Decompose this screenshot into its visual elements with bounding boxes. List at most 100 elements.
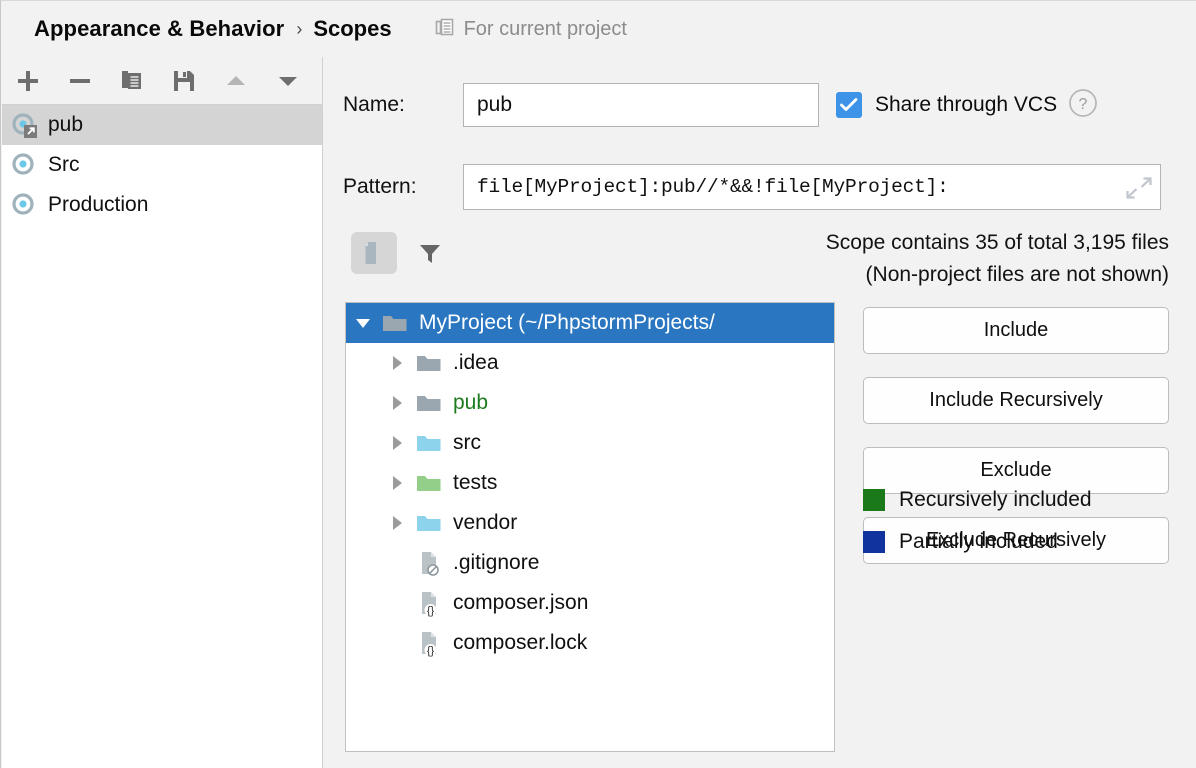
tree-row[interactable]: tests	[346, 463, 834, 503]
scope-icon	[10, 151, 38, 179]
settings-window: Appearance & Behavior › Scopes For curre…	[0, 0, 1196, 768]
project-file-tree[interactable]: MyProject (~/PhpstormProjects/ .idea pub…	[345, 302, 835, 752]
chevron-right-icon[interactable]	[380, 473, 414, 493]
tree-row-label: src	[453, 431, 481, 454]
move-down-button[interactable]	[262, 59, 314, 103]
include-button[interactable]: Include	[863, 307, 1169, 354]
scope-editor-panel: Name: pub Share through VCS ? Pattern: f…	[323, 57, 1196, 768]
tree-row[interactable]: {} composer.json	[346, 583, 834, 623]
tree-row-label: tests	[453, 471, 498, 494]
tree-row-label: composer.json	[453, 591, 589, 614]
tree-row-label: .gitignore	[453, 551, 540, 574]
expand-icon[interactable]	[1126, 176, 1152, 206]
scope-list-toolbar	[2, 57, 323, 105]
pattern-value: file[MyProject]:pub//*&&!file[MyProject]…	[477, 176, 949, 198]
save-icon	[174, 70, 194, 91]
svg-text:{}: {}	[427, 605, 435, 617]
legend-label: Recursively included	[899, 488, 1092, 511]
scopes-sidebar: pub Src Production	[2, 57, 323, 768]
json-file-icon: {}	[414, 629, 444, 657]
tree-row-label: MyProject (~/PhpstormProjects/	[419, 311, 715, 334]
ignored-file-icon	[414, 549, 444, 577]
show-files-toggle[interactable]	[351, 232, 397, 274]
legend-swatch-blue	[863, 531, 885, 553]
tree-row-label: pub	[453, 391, 489, 414]
breadcrumb-separator: ›	[296, 18, 303, 39]
breadcrumb: Appearance & Behavior › Scopes For curre…	[1, 1, 1196, 57]
add-scope-button[interactable]	[2, 59, 54, 103]
copy-icon	[435, 17, 455, 42]
tree-toolbar	[351, 232, 453, 274]
chevron-down-icon[interactable]	[346, 313, 380, 333]
tree-row-label: vendor	[453, 511, 518, 534]
folder-icon	[414, 392, 444, 414]
folder-icon	[414, 512, 444, 534]
scope-list-item-production[interactable]: Production	[2, 185, 322, 225]
tree-row[interactable]: .idea	[346, 343, 834, 383]
scope-list-item-label: pub	[48, 113, 84, 136]
triangle-up-icon	[227, 75, 245, 85]
scope-list-item-label: Production	[48, 193, 149, 216]
folder-icon	[380, 312, 410, 334]
breadcrumb-parent[interactable]: Appearance & Behavior	[34, 16, 284, 42]
pattern-input[interactable]: file[MyProject]:pub//*&&!file[MyProject]…	[463, 164, 1161, 210]
share-through-vcs-label: Share through VCS	[875, 93, 1058, 116]
minus-icon	[70, 78, 90, 83]
json-file-icon: {}	[414, 589, 444, 617]
page-title: Scopes	[313, 16, 392, 41]
tree-row-label: .idea	[453, 351, 499, 374]
tree-row[interactable]: {} composer.lock	[346, 623, 834, 663]
legend-swatch-green	[863, 489, 885, 511]
pattern-label: Pattern:	[343, 175, 417, 198]
funnel-icon	[420, 245, 440, 263]
scope-name-input[interactable]: pub	[463, 83, 819, 127]
scope-list-item-src[interactable]: Src	[2, 145, 322, 185]
tree-row[interactable]: vendor	[346, 503, 834, 543]
scope-contains-info: Scope contains 35 of total 3,195 files (…	[826, 227, 1169, 291]
scope-contains-line2: (Non-project files are not shown)	[865, 263, 1169, 286]
duplicate-scope-button[interactable]	[106, 59, 158, 103]
file-icon	[365, 242, 376, 264]
folder-icon	[414, 432, 444, 454]
triangle-down-icon	[279, 76, 297, 86]
question-mark-icon[interactable]: ?	[1068, 88, 1098, 123]
legend: Recursively included Partially included	[863, 479, 1092, 563]
scope-name-value: pub	[477, 93, 513, 116]
tree-row[interactable]: MyProject (~/PhpstormProjects/	[346, 303, 834, 343]
scope-contains-line1: Scope contains 35 of total 3,195 files	[825, 231, 1169, 254]
folder-icon	[414, 472, 444, 494]
remove-scope-button[interactable]	[54, 59, 106, 103]
legend-item-recursively-included: Recursively included	[863, 479, 1092, 521]
tree-row-label: composer.lock	[453, 631, 588, 654]
chevron-right-icon[interactable]	[380, 353, 414, 373]
scope-list-item-label: Src	[48, 153, 80, 176]
scope-list-item-pub[interactable]: pub	[2, 105, 322, 145]
include-recursively-button[interactable]: Include Recursively	[863, 377, 1169, 424]
move-up-button[interactable]	[210, 59, 262, 103]
name-label: Name:	[343, 93, 405, 116]
save-scope-button[interactable]	[158, 59, 210, 103]
plus-icon	[18, 70, 38, 91]
legend-label: Partially included	[899, 530, 1058, 553]
scope-shared-icon	[10, 111, 38, 139]
scope-target-label: For current project	[463, 17, 627, 40]
svg-text:?: ?	[1079, 96, 1088, 113]
folder-icon	[414, 352, 444, 374]
tree-row[interactable]: src	[346, 423, 834, 463]
tree-row[interactable]: pub	[346, 383, 834, 423]
scope-icon	[10, 191, 38, 219]
chevron-right-icon[interactable]	[380, 433, 414, 453]
copy-icon	[122, 70, 141, 89]
filter-button[interactable]	[407, 232, 453, 274]
share-through-vcs-row[interactable]: Share through VCS ?	[836, 83, 1098, 127]
tree-row[interactable]: .gitignore	[346, 543, 834, 583]
legend-item-partially-included: Partially included	[863, 521, 1092, 563]
chevron-right-icon[interactable]	[380, 513, 414, 533]
scope-target-indicator[interactable]: For current project	[435, 17, 627, 42]
chevron-right-icon[interactable]	[380, 393, 414, 413]
checkmark-icon	[840, 98, 858, 111]
share-through-vcs-checkbox[interactable]	[836, 92, 862, 118]
svg-text:{}: {}	[427, 645, 435, 657]
pattern-row: Pattern: file[MyProject]:pub//*&&!file[M…	[343, 164, 1193, 210]
scope-list[interactable]: pub Src Production	[2, 105, 323, 768]
